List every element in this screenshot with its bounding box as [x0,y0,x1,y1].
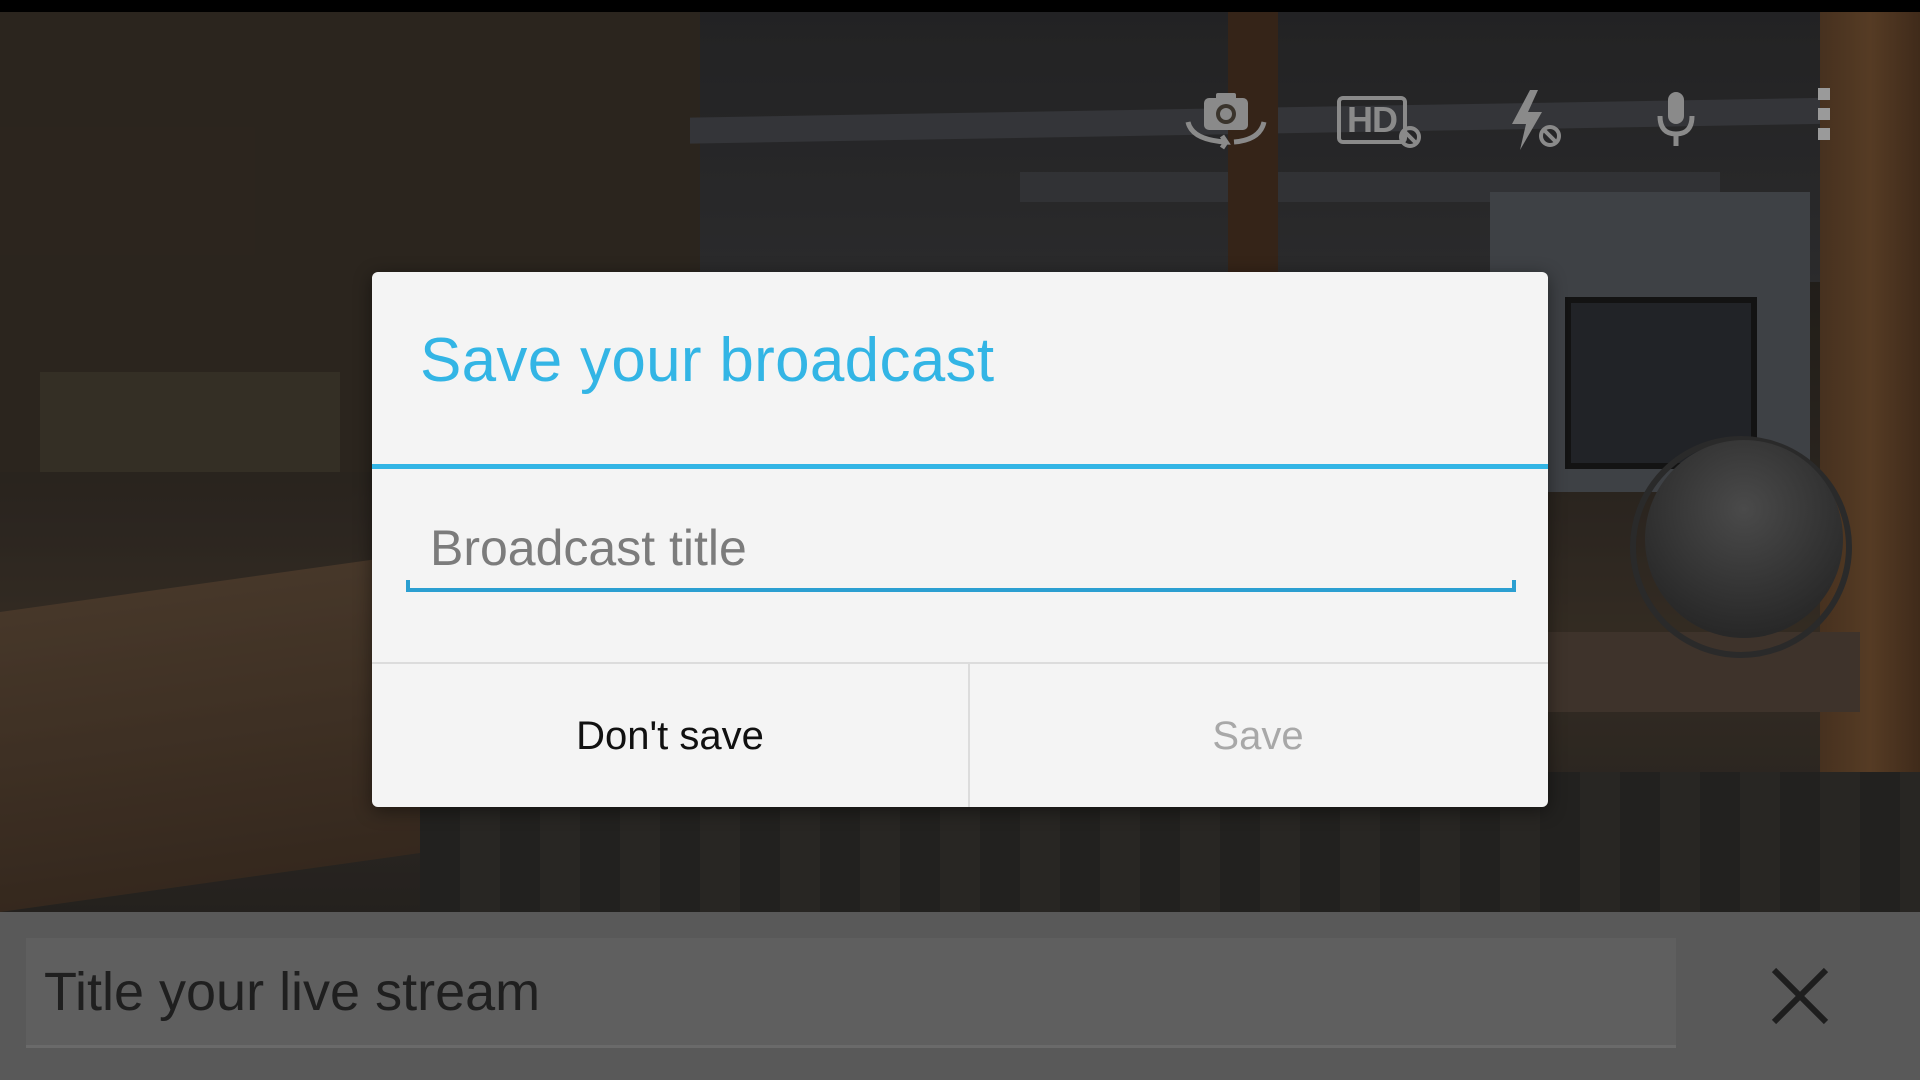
save-broadcast-dialog: Save your broadcast Don't save Save [372,272,1548,807]
bottom-bar [0,912,1920,1080]
overflow-menu-icon[interactable] [1818,88,1832,148]
title-divider [372,464,1548,469]
close-button[interactable] [1768,964,1832,1028]
broadcast-title-input[interactable] [406,508,1516,588]
switch-camera-button[interactable] [1178,88,1274,152]
dont-save-button[interactable]: Don't save [372,664,970,807]
menu-dot [1818,88,1830,100]
dialog-title: Save your broadcast [420,326,995,395]
microphone-toggle-button[interactable] [1650,88,1702,152]
hd-toggle-button[interactable]: HD [1330,88,1430,152]
microphone-icon [1657,92,1695,146]
menu-dot [1818,108,1830,120]
switch-camera-icon [1185,93,1267,150]
flash-off-icon [1512,90,1561,150]
input-underline [406,580,1516,592]
close-icon [1771,967,1829,1025]
flash-toggle-button[interactable] [1500,88,1570,152]
disabled-badge-icon [1399,126,1421,148]
live-stream-title-input[interactable] [26,938,1676,1048]
save-button[interactable]: Save [970,664,1546,807]
dialog-button-row: Don't save Save [372,662,1548,807]
record-button[interactable] [1645,440,1843,638]
menu-dot [1818,128,1830,140]
